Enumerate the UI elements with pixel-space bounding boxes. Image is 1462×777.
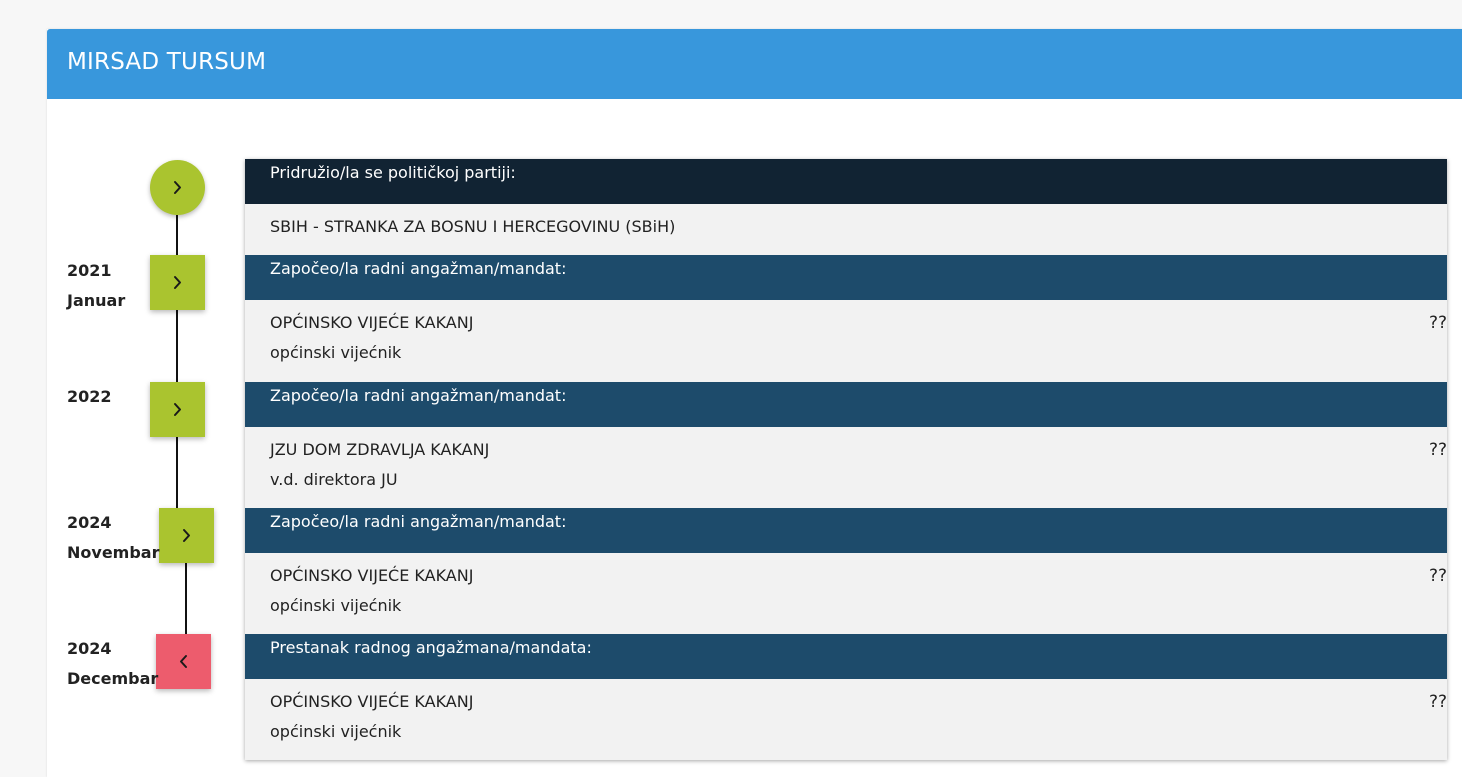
- card-header: MIRSAD TURSUM: [47, 29, 1462, 99]
- entry-position: općinski vijećnik: [270, 722, 402, 741]
- entry-position: v.d. direktora JU: [270, 470, 398, 489]
- entry-body: OPĆINSKO VIJEĆE KAKANJ općinski vijećnik?…: [245, 300, 1447, 382]
- chevron-right-icon: [171, 275, 184, 290]
- entry-heading: Započeo/la radni angažman/mandat:: [245, 508, 1447, 553]
- entry-position: općinski vijećnik: [270, 343, 402, 362]
- entry-body: OPĆINSKO VIJEĆE KAKANJ općinski vijećnik?…: [245, 553, 1447, 634]
- entry-extra-text: ??: [1428, 692, 1447, 712]
- timeline-entries: Pridružio/la se političkoj partiji: SBIH …: [245, 159, 1447, 760]
- date-month: Novembar: [67, 543, 160, 562]
- date-year: 2024: [67, 639, 112, 658]
- timeline-date: 2022: [67, 382, 112, 412]
- profile-card: MIRSAD TURSUM 2021 Januar 2022 2024 Novembar…: [47, 29, 1462, 777]
- date-month: Decembar: [67, 669, 159, 688]
- date-month: Januar: [67, 291, 126, 310]
- person-name-title: MIRSAD TURSUM: [67, 49, 267, 75]
- entry-body: SBIH - STRANKA ZA BOSNU I HERCEGOVINU (S…: [245, 204, 1447, 255]
- timeline-marker[interactable]: [150, 255, 205, 310]
- entry-organization: OPĆINSKO VIJEĆE KAKANJ: [270, 313, 474, 332]
- timeline-date: 2021 Januar: [67, 256, 125, 316]
- timeline-connector: [176, 310, 178, 382]
- chevron-right-icon: [180, 528, 193, 543]
- timeline-connector: [176, 215, 178, 255]
- entry-body: OPĆINSKO VIJEĆE KAKANJ općinski vijećnik?…: [245, 679, 1447, 760]
- entry-heading: Prestanak radnog angažmana/mandata:: [245, 634, 1447, 679]
- date-year: 2021: [67, 261, 112, 280]
- entry-body: JZU DOM ZDRAVLJA KAKANJ v.d. direktora JU…: [245, 427, 1447, 508]
- timeline-connector: [185, 563, 187, 634]
- entry-heading: Započeo/la radni angažman/mandat:: [245, 255, 1447, 300]
- chevron-right-icon: [171, 402, 184, 417]
- date-year: 2024: [67, 513, 112, 532]
- entry-extra-text: ??: [1428, 566, 1447, 586]
- entry-organization: SBIH - STRANKA ZA BOSNU I HERCEGOVINU (S…: [270, 217, 676, 236]
- timeline-marker[interactable]: [156, 634, 211, 689]
- entry-organization: OPĆINSKO VIJEĆE KAKANJ: [270, 692, 474, 711]
- chevron-left-icon: [177, 654, 190, 669]
- timeline-marker[interactable]: [150, 382, 205, 437]
- entry-heading: Započeo/la radni angažman/mandat:: [245, 382, 1447, 427]
- entry-heading: Pridružio/la se političkoj partiji:: [245, 159, 1447, 204]
- timeline-date: 2024 Decembar: [67, 634, 158, 694]
- entry-position: općinski vijećnik: [270, 596, 402, 615]
- timeline-connector: [176, 437, 178, 509]
- date-year: 2022: [67, 387, 112, 406]
- entry-extra-text: ??: [1428, 440, 1447, 460]
- chevron-right-icon: [171, 180, 184, 195]
- entry-organization: OPĆINSKO VIJEĆE KAKANJ: [270, 566, 474, 585]
- entry-organization: JZU DOM ZDRAVLJA KAKANJ: [270, 440, 490, 459]
- entry-extra-text: ??: [1428, 313, 1447, 333]
- timeline-marker[interactable]: [150, 160, 205, 215]
- timeline-marker[interactable]: [159, 508, 214, 563]
- timeline-date: 2024 Novembar: [67, 508, 159, 568]
